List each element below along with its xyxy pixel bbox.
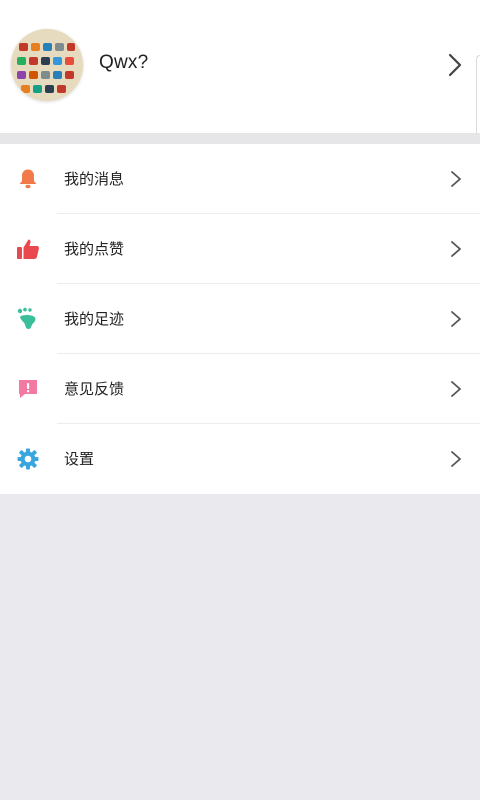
feedback-icon [19,380,37,398]
menu-item-settings[interactable]: 设置 [0,424,480,494]
menu-item-label: 设置 [64,450,95,468]
profile-name: Qwx? [99,52,149,73]
menu-item-messages[interactable]: 我的消息 [0,144,480,214]
profile-screen: Qwx? 我的消息 我的点赞 我的足迹 意见反馈 设置 [0,0,480,800]
chevron-right-icon [451,451,461,467]
section-divider [0,133,480,144]
profile-header[interactable]: Qwx? [0,0,480,133]
avatar-image [11,29,83,101]
menu-item-label: 我的点赞 [64,240,125,258]
menu-item-label: 我的消息 [64,170,125,188]
menu-item-likes[interactable]: 我的点赞 [0,214,480,284]
footprint-icon [17,307,36,329]
chevron-right-icon [451,241,461,257]
chevron-right-icon [448,53,462,77]
menu-item-label: 意见反馈 [64,380,125,398]
menu-list: 我的消息 我的点赞 我的足迹 意见反馈 设置 [0,144,480,494]
menu-item-label: 我的足迹 [64,310,125,328]
thumbs-up-icon [17,239,39,259]
bell-icon [19,169,37,189]
chevron-right-icon [451,171,461,187]
menu-item-footprints[interactable]: 我的足迹 [0,284,480,354]
chevron-right-icon [451,311,461,327]
menu-item-feedback[interactable]: 意见反馈 [0,354,480,424]
gear-icon [17,448,39,470]
avatar[interactable] [11,29,83,101]
chevron-right-icon [451,381,461,397]
